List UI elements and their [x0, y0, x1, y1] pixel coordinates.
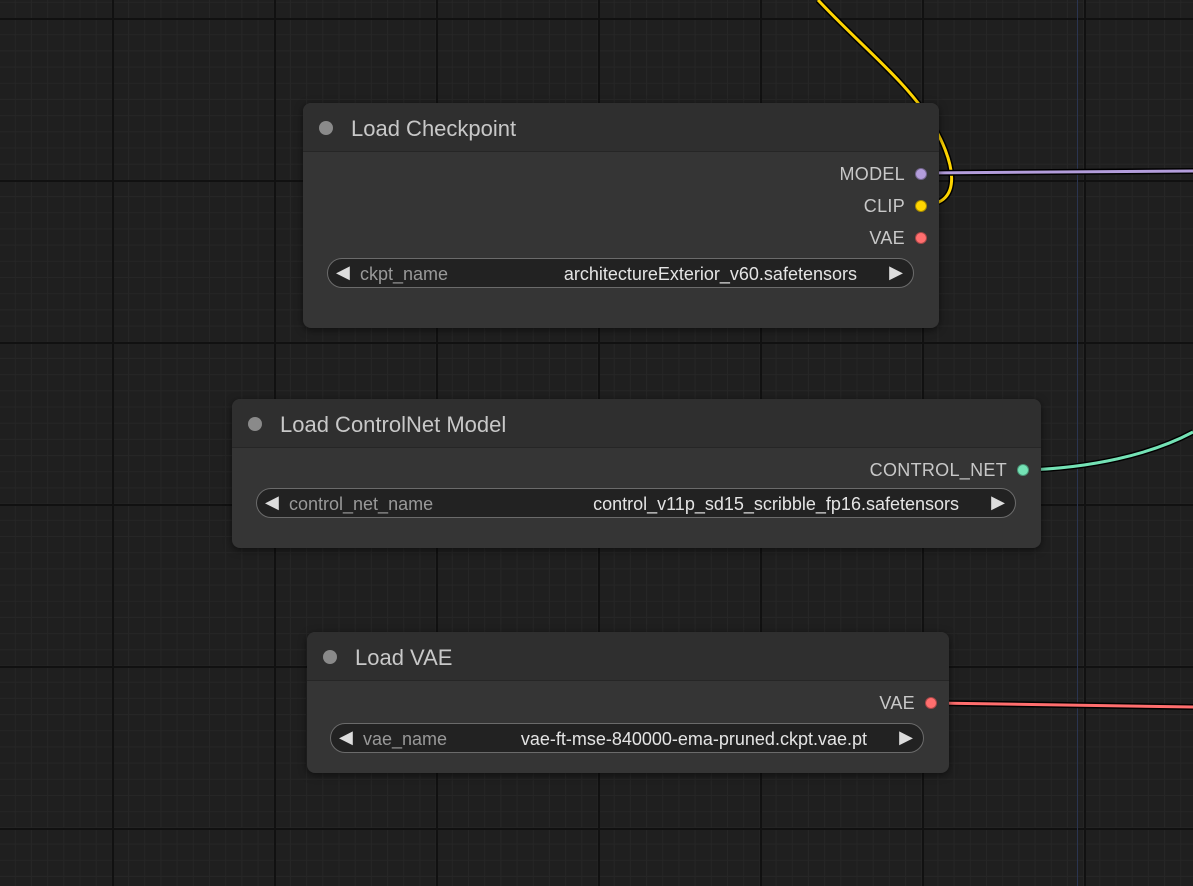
model-link-color[interactable]	[922, 169, 1193, 175]
combo-label: control_net_name	[289, 494, 434, 514]
collapse-dot-icon[interactable]	[323, 650, 337, 664]
arrow-left-icon[interactable]: ◀	[339, 727, 353, 748]
graph-canvas[interactable]: Load Checkpoint MODEL CLIP VAE ◀ ckpt_na…	[0, 0, 1193, 886]
control-net-port-icon[interactable]	[1017, 464, 1029, 476]
node-header[interactable]: Load Checkpoint	[303, 103, 939, 152]
vae-name-combo[interactable]: ◀ vae_name vae-ft-mse-840000-ema-pruned.…	[330, 723, 924, 753]
collapse-dot-icon[interactable]	[319, 121, 333, 135]
arrow-right-icon[interactable]: ▶	[899, 727, 913, 748]
load-vae-node[interactable]: Load VAE VAE ◀ vae_name vae-ft-mse-84000…	[307, 632, 949, 773]
combo-value: vae-ft-mse-840000-ema-pruned.ckpt.vae.pt	[520, 729, 867, 749]
output-label-control-net: CONTROL_NET	[869, 459, 1007, 480]
combo-value: architectureExterior_v60.safetensors	[563, 264, 857, 284]
collapse-dot-icon[interactable]	[248, 417, 262, 431]
output-label-model: MODEL	[839, 163, 905, 184]
vae-port-icon[interactable]	[915, 232, 927, 244]
output-label-vae: VAE	[879, 692, 915, 713]
load-checkpoint-node[interactable]: Load Checkpoint MODEL CLIP VAE ◀ ckpt_na…	[303, 103, 939, 328]
vae-port-icon[interactable]	[925, 697, 937, 709]
arrow-left-icon[interactable]: ◀	[265, 492, 279, 513]
combo-value: control_v11p_sd15_scribble_fp16.safetens…	[593, 494, 959, 514]
arrow-right-icon[interactable]: ▶	[889, 262, 903, 283]
load-controlnet-node[interactable]: Load ControlNet Model CONTROL_NET ◀ cont…	[232, 399, 1041, 548]
control-net-link[interactable]	[1025, 429, 1193, 473]
output-model[interactable]: MODEL	[839, 163, 939, 185]
clip-port-icon[interactable]	[915, 200, 927, 212]
combo-label: vae_name	[363, 729, 448, 749]
output-label-vae: VAE	[869, 227, 905, 248]
ckpt-name-combo[interactable]: ◀ ckpt_name architectureExterior_v60.saf…	[327, 258, 914, 288]
model-port-icon[interactable]	[915, 168, 927, 180]
output-control-net[interactable]: CONTROL_NET	[870, 459, 1041, 481]
output-label-clip: CLIP	[863, 195, 905, 216]
node-title: Load Checkpoint	[351, 116, 517, 141]
node-header[interactable]: Load VAE	[307, 632, 949, 681]
control-net-link-color[interactable]	[1025, 430, 1193, 472]
arrow-right-icon[interactable]: ▶	[991, 492, 1005, 513]
output-vae[interactable]: VAE	[869, 227, 939, 249]
arrow-left-icon[interactable]: ◀	[336, 262, 350, 283]
node-title: Load VAE	[355, 645, 453, 670]
node-title: Load ControlNet Model	[280, 412, 507, 437]
control-net-name-combo[interactable]: ◀ control_net_name control_v11p_sd15_scr…	[256, 488, 1016, 518]
output-clip[interactable]: CLIP	[864, 195, 939, 217]
node-header[interactable]: Load ControlNet Model	[232, 399, 1041, 448]
combo-label: ckpt_name	[360, 264, 449, 284]
output-vae[interactable]: VAE	[879, 692, 949, 714]
